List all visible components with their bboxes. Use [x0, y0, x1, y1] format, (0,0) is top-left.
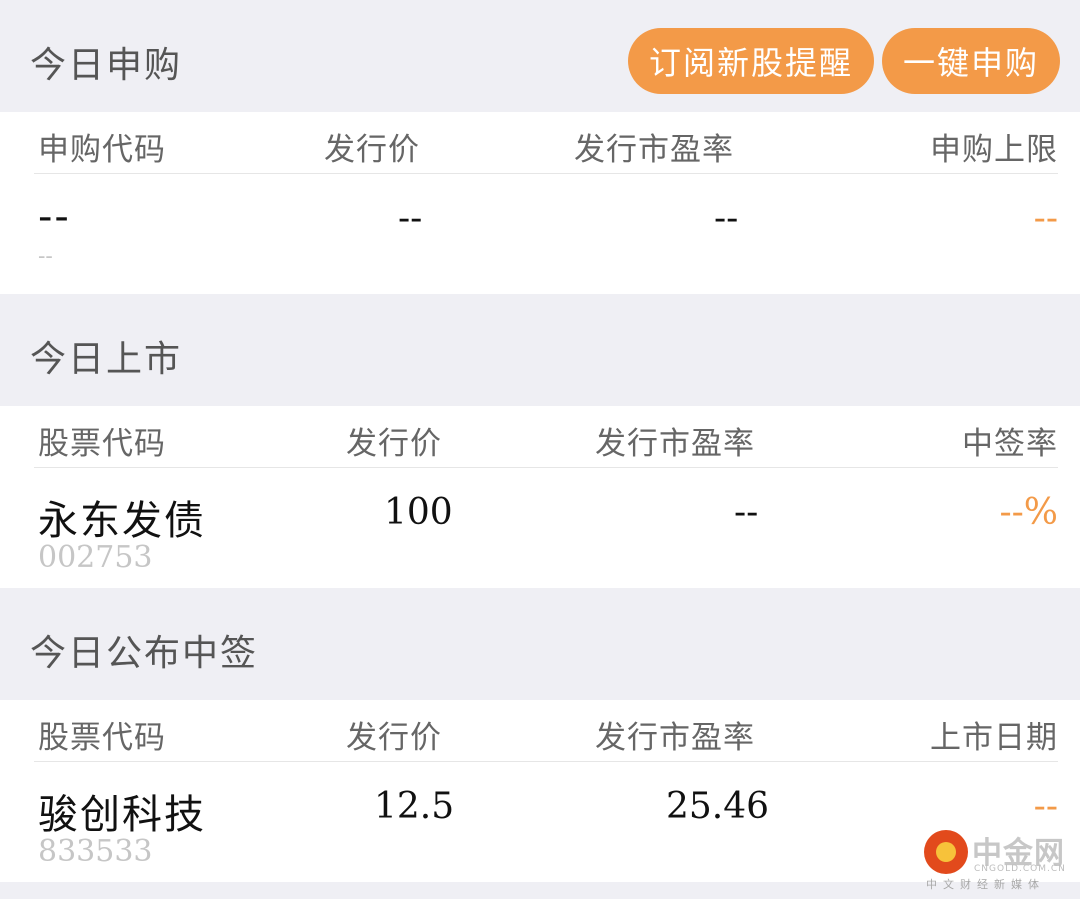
subscribe-limit: --: [1033, 198, 1058, 239]
section-title: 今日公布中签: [30, 633, 259, 674]
table-row[interactable]: 永东发债 002753 100 -- --%: [34, 468, 1058, 588]
stock-name: --: [38, 194, 71, 240]
listing-table: 股票代码 发行价 发行市盈率 中签率 永东发债 002753 100 -- --…: [0, 406, 1080, 588]
column-header: 股票代码: [38, 720, 166, 756]
stock-name: 永东发债: [38, 498, 206, 544]
subscribe-alert-button[interactable]: 订阅新股提醒: [628, 28, 874, 94]
column-header: 申购代码: [38, 132, 166, 168]
column-header: 发行价: [346, 720, 442, 756]
stock-code: 833533: [38, 834, 153, 869]
listing-date: --: [1033, 786, 1058, 827]
table-row[interactable]: -- -- -- -- --: [34, 174, 1058, 294]
issue-pe: 25.46: [666, 786, 770, 827]
column-header: 发行市盈率: [595, 720, 755, 756]
issue-price: 12.5: [374, 786, 455, 827]
section-title: 今日上市: [30, 339, 183, 380]
column-header: 中签率: [962, 426, 1058, 462]
issue-price: 100: [384, 492, 453, 533]
lottery-table: 股票代码 发行价 发行市盈率 上市日期 骏创科技 833533 12.5 25.…: [0, 700, 1080, 882]
subscribe-table: 申购代码 发行价 发行市盈率 申购上限 -- -- -- -- --: [0, 112, 1080, 294]
allotment-rate: --%: [999, 492, 1058, 533]
section-header-today-listing: 今日上市: [0, 294, 1080, 406]
issue-price: --: [398, 198, 423, 239]
section-header-today-subscribe: 今日申购 订阅新股提醒 一键申购: [0, 0, 1080, 112]
issue-pe: --: [734, 492, 759, 533]
column-header: 发行市盈率: [574, 132, 734, 168]
table-header: 股票代码 发行价 发行市盈率 中签率: [34, 406, 1058, 468]
one-key-subscribe-button[interactable]: 一键申购: [882, 28, 1060, 94]
column-header: 发行市盈率: [595, 426, 755, 462]
issue-pe: --: [714, 198, 739, 239]
section-header-today-lottery: 今日公布中签: [0, 588, 1080, 700]
stock-code: 002753: [38, 540, 153, 575]
column-header: 发行价: [324, 132, 420, 168]
stock-name: 骏创科技: [38, 792, 206, 838]
section-title: 今日申购: [30, 45, 183, 86]
table-header: 申购代码 发行价 发行市盈率 申购上限: [34, 112, 1058, 174]
table-row[interactable]: 骏创科技 833533 12.5 25.46 --: [34, 762, 1058, 882]
cngold-logo: 中金网 CNGOLD.COM.CN 中文财经新媒体: [920, 826, 1070, 891]
logo-slogan: 中文财经新媒体: [926, 878, 1045, 891]
column-header: 申购上限: [930, 132, 1058, 168]
table-header: 股票代码 发行价 发行市盈率 上市日期: [34, 700, 1058, 762]
logo-domain: CNGOLD.COM.CN: [974, 864, 1066, 874]
column-header: 发行价: [346, 426, 442, 462]
logo-icon: [924, 830, 968, 874]
column-header: 股票代码: [38, 426, 166, 462]
column-header: 上市日期: [930, 720, 1058, 756]
stock-code: --: [38, 244, 53, 269]
